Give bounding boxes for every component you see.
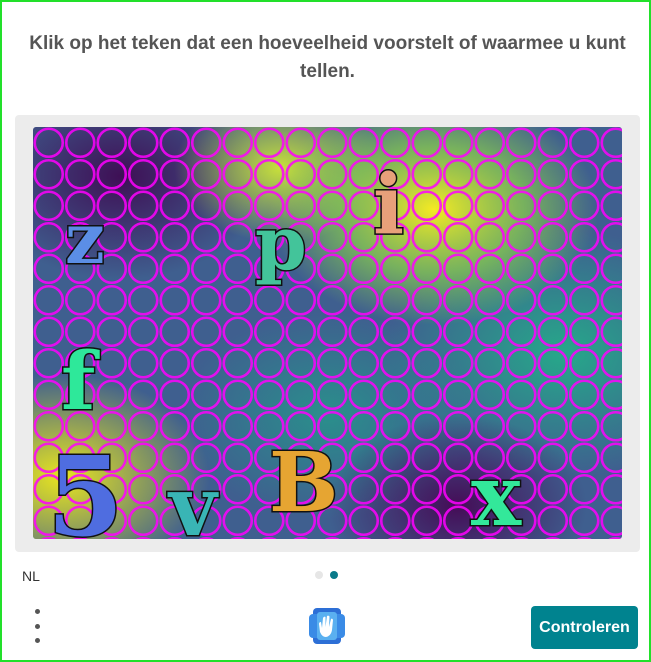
glyph-tile[interactable]: B xyxy=(268,434,340,533)
page-dot-2-active xyxy=(330,571,338,579)
glyph-tile[interactable]: 5 xyxy=(46,431,126,540)
challenge-prompt: Klik op het teken dat een hoeveelheid vo… xyxy=(29,33,626,82)
vertical-dots-icon[interactable] xyxy=(31,609,43,643)
captcha-frame: Klik op het teken dat een hoeveelheid vo… xyxy=(0,0,651,662)
hand-logo-icon[interactable] xyxy=(307,606,347,646)
glyph-tile[interactable]: f xyxy=(60,333,102,430)
challenge-image: z p i f 5 v B x xyxy=(33,127,622,539)
page-dot-1 xyxy=(315,571,323,579)
glyph-tile[interactable]: p xyxy=(254,200,309,289)
glyph-tile[interactable]: i xyxy=(372,156,406,255)
challenge-area: z p i f 5 v B x xyxy=(15,115,640,552)
language-selector[interactable]: NL xyxy=(22,568,40,584)
glyph-tile[interactable]: x xyxy=(470,445,524,540)
glyph-tile[interactable]: z xyxy=(64,196,107,282)
check-button[interactable]: Controleren xyxy=(531,606,638,649)
glyph-tile[interactable]: v xyxy=(166,458,221,540)
